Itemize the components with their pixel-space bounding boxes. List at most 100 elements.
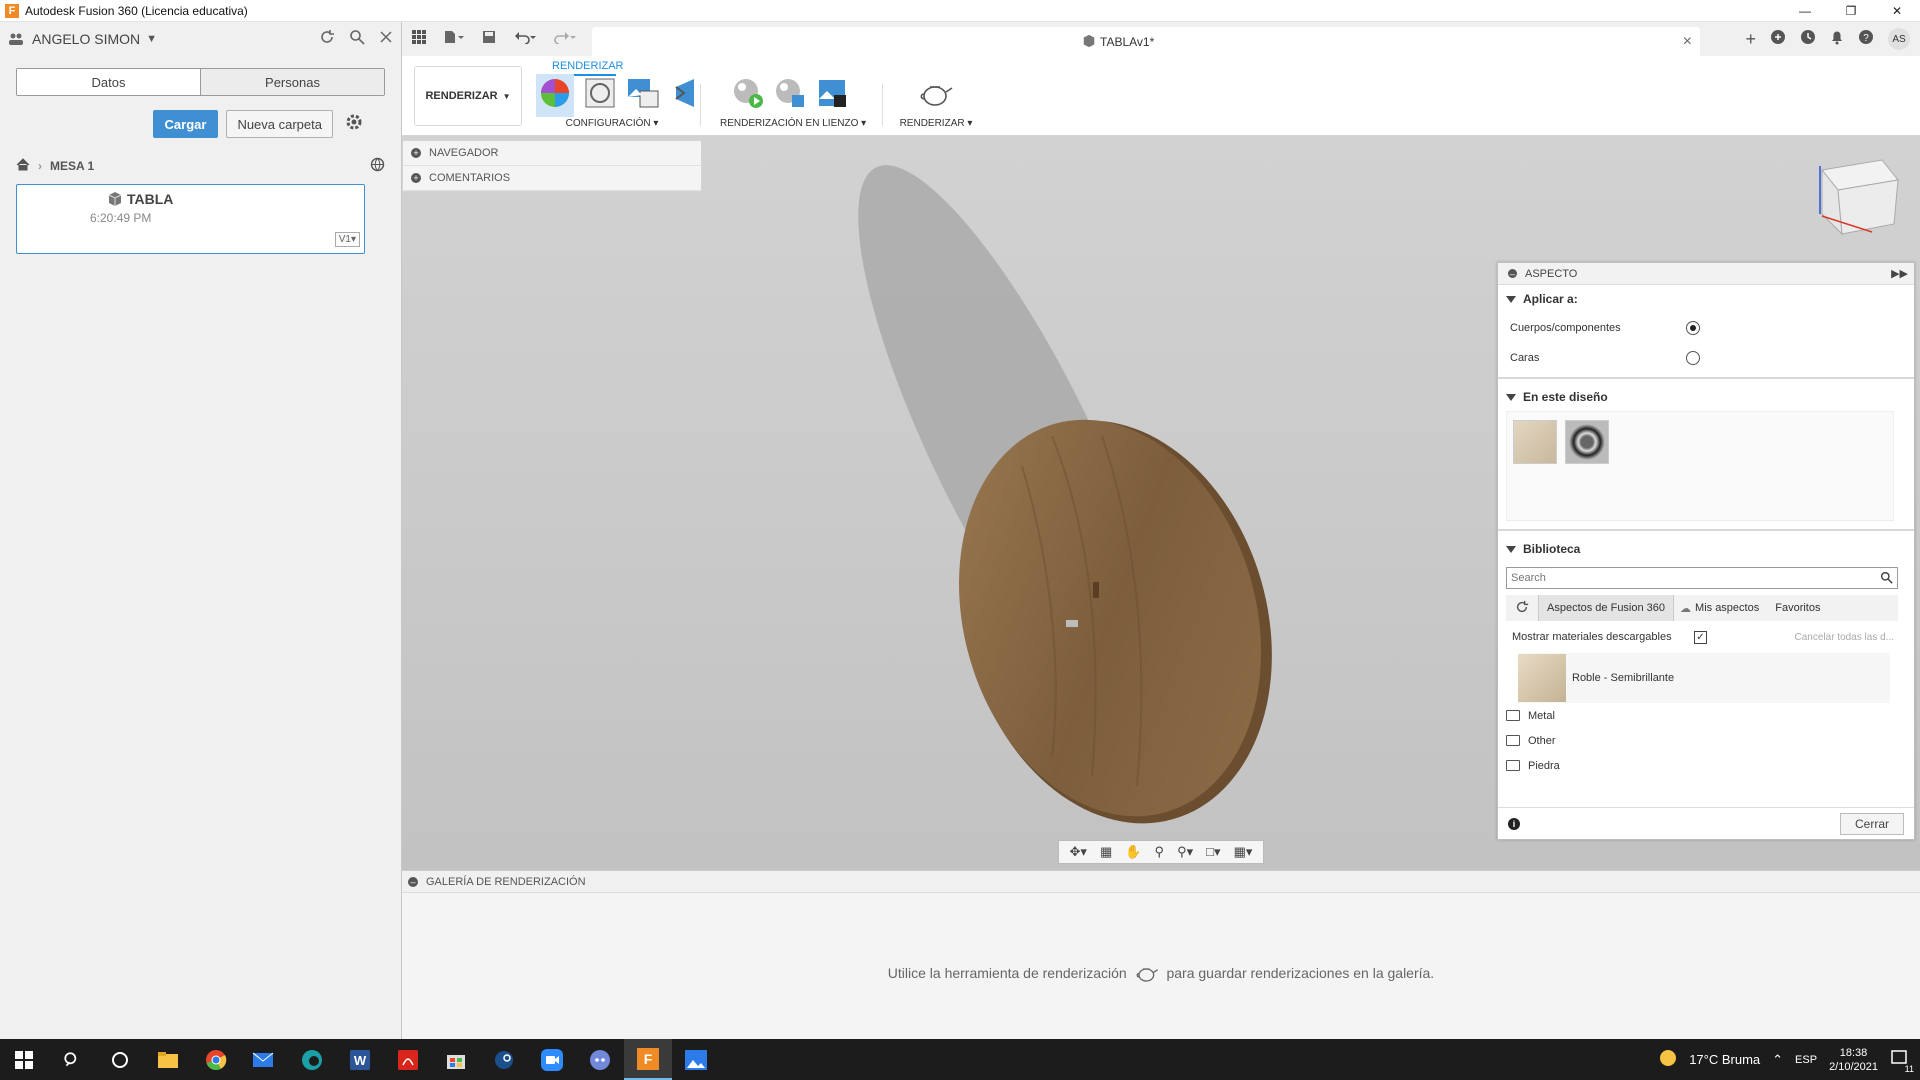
appearance-header[interactable]: – ASPECTO ▶▶ (1498, 263, 1914, 285)
view-cube[interactable] (1819, 159, 1899, 236)
version-badge[interactable]: V1▾ (334, 232, 360, 247)
user-name[interactable]: ANGELO SIMON (32, 31, 140, 47)
fit-icon[interactable]: ⚲▾ (1177, 844, 1193, 860)
section-apply-to[interactable]: Aplicar a: (1498, 285, 1914, 313)
discord-icon[interactable] (576, 1039, 624, 1080)
search-icon[interactable] (1880, 571, 1893, 587)
tab-renderizar[interactable]: RENDERIZAR (552, 60, 624, 72)
texture-map-icon[interactable] (626, 77, 660, 114)
fusion-360-icon[interactable]: F (624, 1039, 672, 1080)
orbit-icon[interactable]: ✥▾ (1070, 844, 1087, 860)
save-icon[interactable] (482, 30, 496, 49)
expand-panel-icon[interactable]: ▶▶ (1891, 267, 1908, 280)
radio-bodies[interactable] (1686, 321, 1700, 335)
grid-menu-icon[interactable] (412, 29, 426, 49)
edge-icon[interactable] (288, 1039, 336, 1080)
bell-icon[interactable] (1830, 29, 1844, 50)
option-bodies[interactable]: Cuerpos/componentes (1498, 313, 1914, 343)
chevron-up-icon[interactable]: ⌃ (1772, 1052, 1783, 1068)
minimize-button[interactable]: — (1782, 0, 1828, 22)
collapse-icon[interactable]: – (408, 876, 418, 887)
info-icon[interactable]: i (1508, 817, 1520, 830)
chevron-down-icon[interactable]: ▼ (146, 33, 157, 45)
appearance-icon[interactable] (536, 73, 574, 117)
file-explorer-icon[interactable] (144, 1039, 192, 1080)
cancel-all-link[interactable]: Cancelar todas las d... (1795, 632, 1895, 643)
chrome-icon[interactable] (192, 1039, 240, 1080)
grid-settings-icon[interactable]: ▦▾ (1234, 844, 1253, 860)
weather-text[interactable]: 17°C Bruma (1689, 1052, 1760, 1067)
tab-personas[interactable]: Personas (200, 69, 384, 95)
tab-datos[interactable]: Datos (17, 69, 200, 95)
acrobat-icon[interactable] (384, 1039, 432, 1080)
workspace-switcher[interactable]: RENDERIZAR ▼ (414, 66, 522, 126)
new-tab-icon[interactable]: + (1745, 29, 1756, 50)
library-search-input[interactable]: Search (1506, 567, 1898, 589)
section-in-design[interactable]: En este diseño (1498, 383, 1914, 411)
close-button[interactable]: Cerrar (1839, 812, 1904, 835)
library-item-oak[interactable]: Roble - Semibrillante (1518, 653, 1890, 703)
capture-image-icon[interactable] (816, 77, 848, 114)
search-icon[interactable] (349, 29, 365, 50)
mail-icon[interactable] (240, 1039, 288, 1080)
windows-start-icon[interactable] (0, 1039, 48, 1080)
collapse-icon[interactable]: – (1508, 269, 1517, 279)
option-faces[interactable]: Caras (1498, 343, 1914, 373)
teapot-icon[interactable] (919, 78, 953, 113)
in-canvas-render-icon[interactable] (732, 77, 764, 114)
help-icon[interactable]: ? (1858, 29, 1874, 50)
tab-fusion-appearances[interactable]: Aspectos de Fusion 360 (1538, 595, 1675, 621)
redo-icon[interactable] (554, 30, 576, 49)
clock[interactable]: 18:38 2/10/2021 (1829, 1046, 1878, 1074)
word-icon[interactable]: W (336, 1039, 384, 1080)
extensions-icon[interactable] (1770, 29, 1786, 50)
close-panel-icon[interactable] (379, 30, 393, 49)
folder-piedra[interactable]: Piedra (1498, 753, 1914, 778)
photos-icon[interactable] (672, 1039, 720, 1080)
group-label-configuracion[interactable]: CONFIGURACIÓN (566, 118, 651, 129)
decal-icon[interactable] (670, 77, 698, 114)
document-tab[interactable]: TABLAv1* × (592, 27, 1700, 57)
tab-my-appearances[interactable]: Mis aspectos (1691, 602, 1767, 614)
close-tab-icon[interactable]: × (1683, 33, 1692, 51)
refresh-icon[interactable] (319, 29, 335, 50)
undo-icon[interactable] (514, 30, 536, 49)
home-icon[interactable] (16, 158, 30, 174)
notifications-icon[interactable]: 11 (1890, 1049, 1914, 1074)
group-label-renderizar[interactable]: RENDERIZAR (900, 118, 965, 129)
zoom-app-icon[interactable] (528, 1039, 576, 1080)
show-downloadable-row[interactable]: Mostrar materiales descargables ✓ Cancel… (1498, 621, 1914, 653)
zoom-icon[interactable]: ⚲ (1155, 844, 1165, 860)
upload-button[interactable]: Cargar (152, 110, 219, 138)
in-canvas-settings-icon[interactable] (774, 77, 806, 114)
store-icon[interactable] (432, 1039, 480, 1080)
language-indicator[interactable]: ESP (1795, 1054, 1817, 1066)
breadcrumb-folder[interactable]: MESA 1 (50, 159, 94, 173)
file-menu-icon[interactable] (444, 30, 464, 49)
avatar[interactable]: AS (1888, 28, 1910, 50)
close-window-button[interactable]: ✕ (1874, 0, 1920, 22)
team-icon[interactable] (8, 32, 24, 46)
gear-icon[interactable] (345, 113, 363, 136)
sync-icon[interactable] (1506, 600, 1538, 617)
swatch-metal[interactable] (1565, 420, 1609, 464)
section-library[interactable]: Biblioteca (1498, 535, 1914, 563)
folder-metal[interactable]: Metal (1498, 703, 1914, 728)
look-at-icon[interactable]: ▦ (1100, 844, 1112, 860)
pan-icon[interactable]: ✋ (1125, 844, 1141, 860)
file-card[interactable]: TABLA 6:20:49 PM V1▾ (16, 184, 365, 254)
scene-settings-icon[interactable] (584, 77, 616, 114)
restore-button[interactable]: ❐ (1828, 0, 1874, 22)
steam-icon[interactable] (480, 1039, 528, 1080)
search-icon[interactable] (48, 1039, 96, 1080)
folder-other[interactable]: Other (1498, 728, 1914, 753)
swatch-oak[interactable] (1513, 420, 1557, 464)
job-status-icon[interactable] (1800, 29, 1816, 50)
gallery-header[interactable]: – GALERÍA DE RENDERIZACIÓN (402, 871, 1920, 893)
group-label-renderizacion-lienzo[interactable]: RENDERIZACIÓN EN LIENZO (720, 118, 858, 129)
new-folder-button[interactable]: Nueva carpeta (226, 110, 333, 138)
radio-faces[interactable] (1686, 351, 1700, 365)
tab-favorites[interactable]: Favoritos (1767, 602, 1828, 614)
show-downloadable-checkbox[interactable]: ✓ (1694, 630, 1707, 644)
display-settings-icon[interactable]: □▾ (1206, 844, 1220, 860)
